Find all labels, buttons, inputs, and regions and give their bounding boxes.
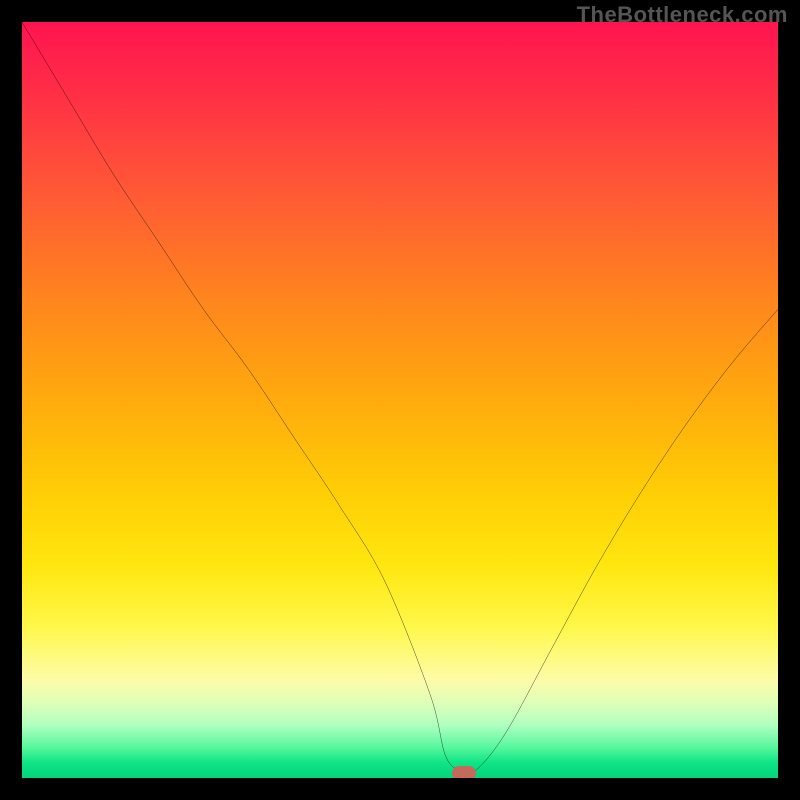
curve-path xyxy=(22,22,778,774)
chart-frame: TheBottleneck.com xyxy=(0,0,800,800)
watermark-text: TheBottleneck.com xyxy=(577,2,788,28)
curve-svg xyxy=(22,22,778,778)
minimum-marker xyxy=(452,766,476,778)
plot-area xyxy=(22,22,778,778)
